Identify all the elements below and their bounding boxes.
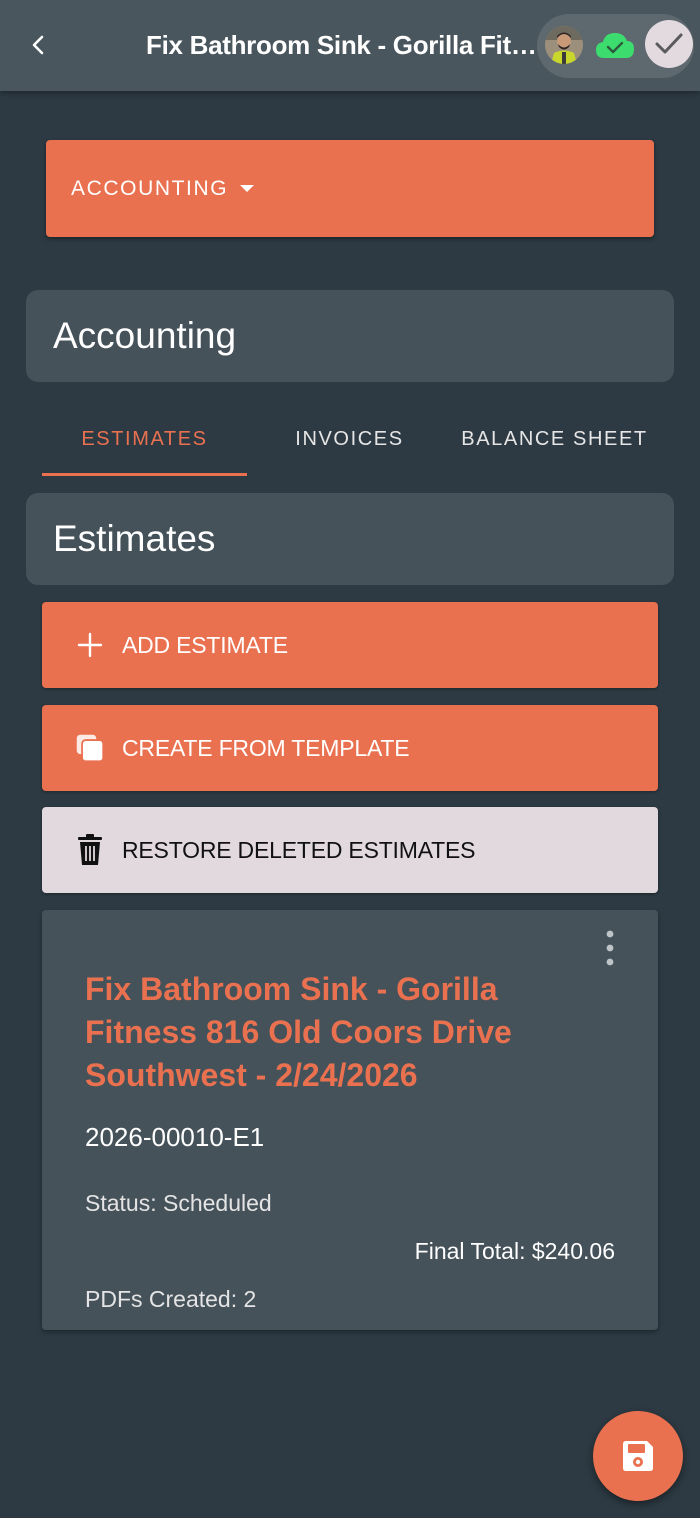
tab-indicator bbox=[42, 473, 247, 476]
save-fab-button[interactable] bbox=[593, 1411, 683, 1501]
back-button[interactable] bbox=[22, 28, 56, 62]
restore-deleted-estimates-label: RESTORE DELETED ESTIMATES bbox=[122, 836, 476, 863]
restore-deleted-estimates-button[interactable]: RESTORE DELETED ESTIMATES bbox=[42, 807, 658, 893]
accounting-heading: Accounting bbox=[53, 315, 237, 356]
tab-estimates-label: ESTIMATES bbox=[81, 427, 208, 450]
section-dropdown[interactable]: ACCOUNTING bbox=[46, 140, 654, 237]
more-vert-icon[interactable] bbox=[602, 928, 618, 968]
plus-icon bbox=[75, 630, 105, 660]
estimates-heading: Estimates bbox=[53, 518, 216, 559]
create-from-template-label: CREATE FROM TEMPLATE bbox=[122, 734, 410, 761]
cloud-check-icon[interactable] bbox=[594, 28, 636, 62]
accounting-tabs: ESTIMATES INVOICES BALANCE SHEET bbox=[42, 400, 662, 478]
estimate-number: 2026-00010-E1 bbox=[85, 1122, 265, 1152]
avatar[interactable] bbox=[545, 26, 583, 64]
accounting-heading-card: Accounting bbox=[26, 290, 674, 382]
section-dropdown-label: ACCOUNTING bbox=[71, 176, 229, 200]
page-title: Fix Bathroom Sink - Gorilla Fitn... bbox=[146, 30, 546, 60]
add-estimate-label: ADD ESTIMATE bbox=[122, 631, 288, 658]
estimate-final-total: Final Total: $240.06 bbox=[414, 1238, 615, 1264]
estimate-title[interactable]: Fix Bathroom Sink - Gorilla Fitness 816 … bbox=[85, 968, 565, 1097]
add-estimate-button[interactable]: ADD ESTIMATE bbox=[42, 602, 658, 688]
estimate-card[interactable]: Fix Bathroom Sink - Gorilla Fitness 816 … bbox=[42, 910, 658, 1330]
check-icon bbox=[655, 33, 683, 54]
copy-icon bbox=[75, 733, 105, 763]
estimates-heading-card: Estimates bbox=[26, 493, 674, 585]
estimate-status: Status: Scheduled bbox=[85, 1190, 272, 1216]
chevron-left-icon bbox=[32, 35, 44, 55]
trash-icon bbox=[75, 834, 105, 865]
tab-balance-sheet[interactable]: BALANCE SHEET bbox=[452, 400, 657, 478]
tab-invoices[interactable]: INVOICES bbox=[247, 400, 452, 478]
estimate-pdfs-created: PDFs Created: 2 bbox=[85, 1286, 257, 1312]
caret-down-icon bbox=[240, 185, 255, 192]
done-button[interactable] bbox=[645, 20, 693, 68]
tab-invoices-label: INVOICES bbox=[295, 427, 404, 450]
tab-estimates[interactable]: ESTIMATES bbox=[42, 400, 247, 478]
save-icon bbox=[623, 1441, 653, 1471]
create-from-template-button[interactable]: CREATE FROM TEMPLATE bbox=[42, 705, 658, 791]
tab-balance-sheet-label: BALANCE SHEET bbox=[461, 427, 648, 450]
